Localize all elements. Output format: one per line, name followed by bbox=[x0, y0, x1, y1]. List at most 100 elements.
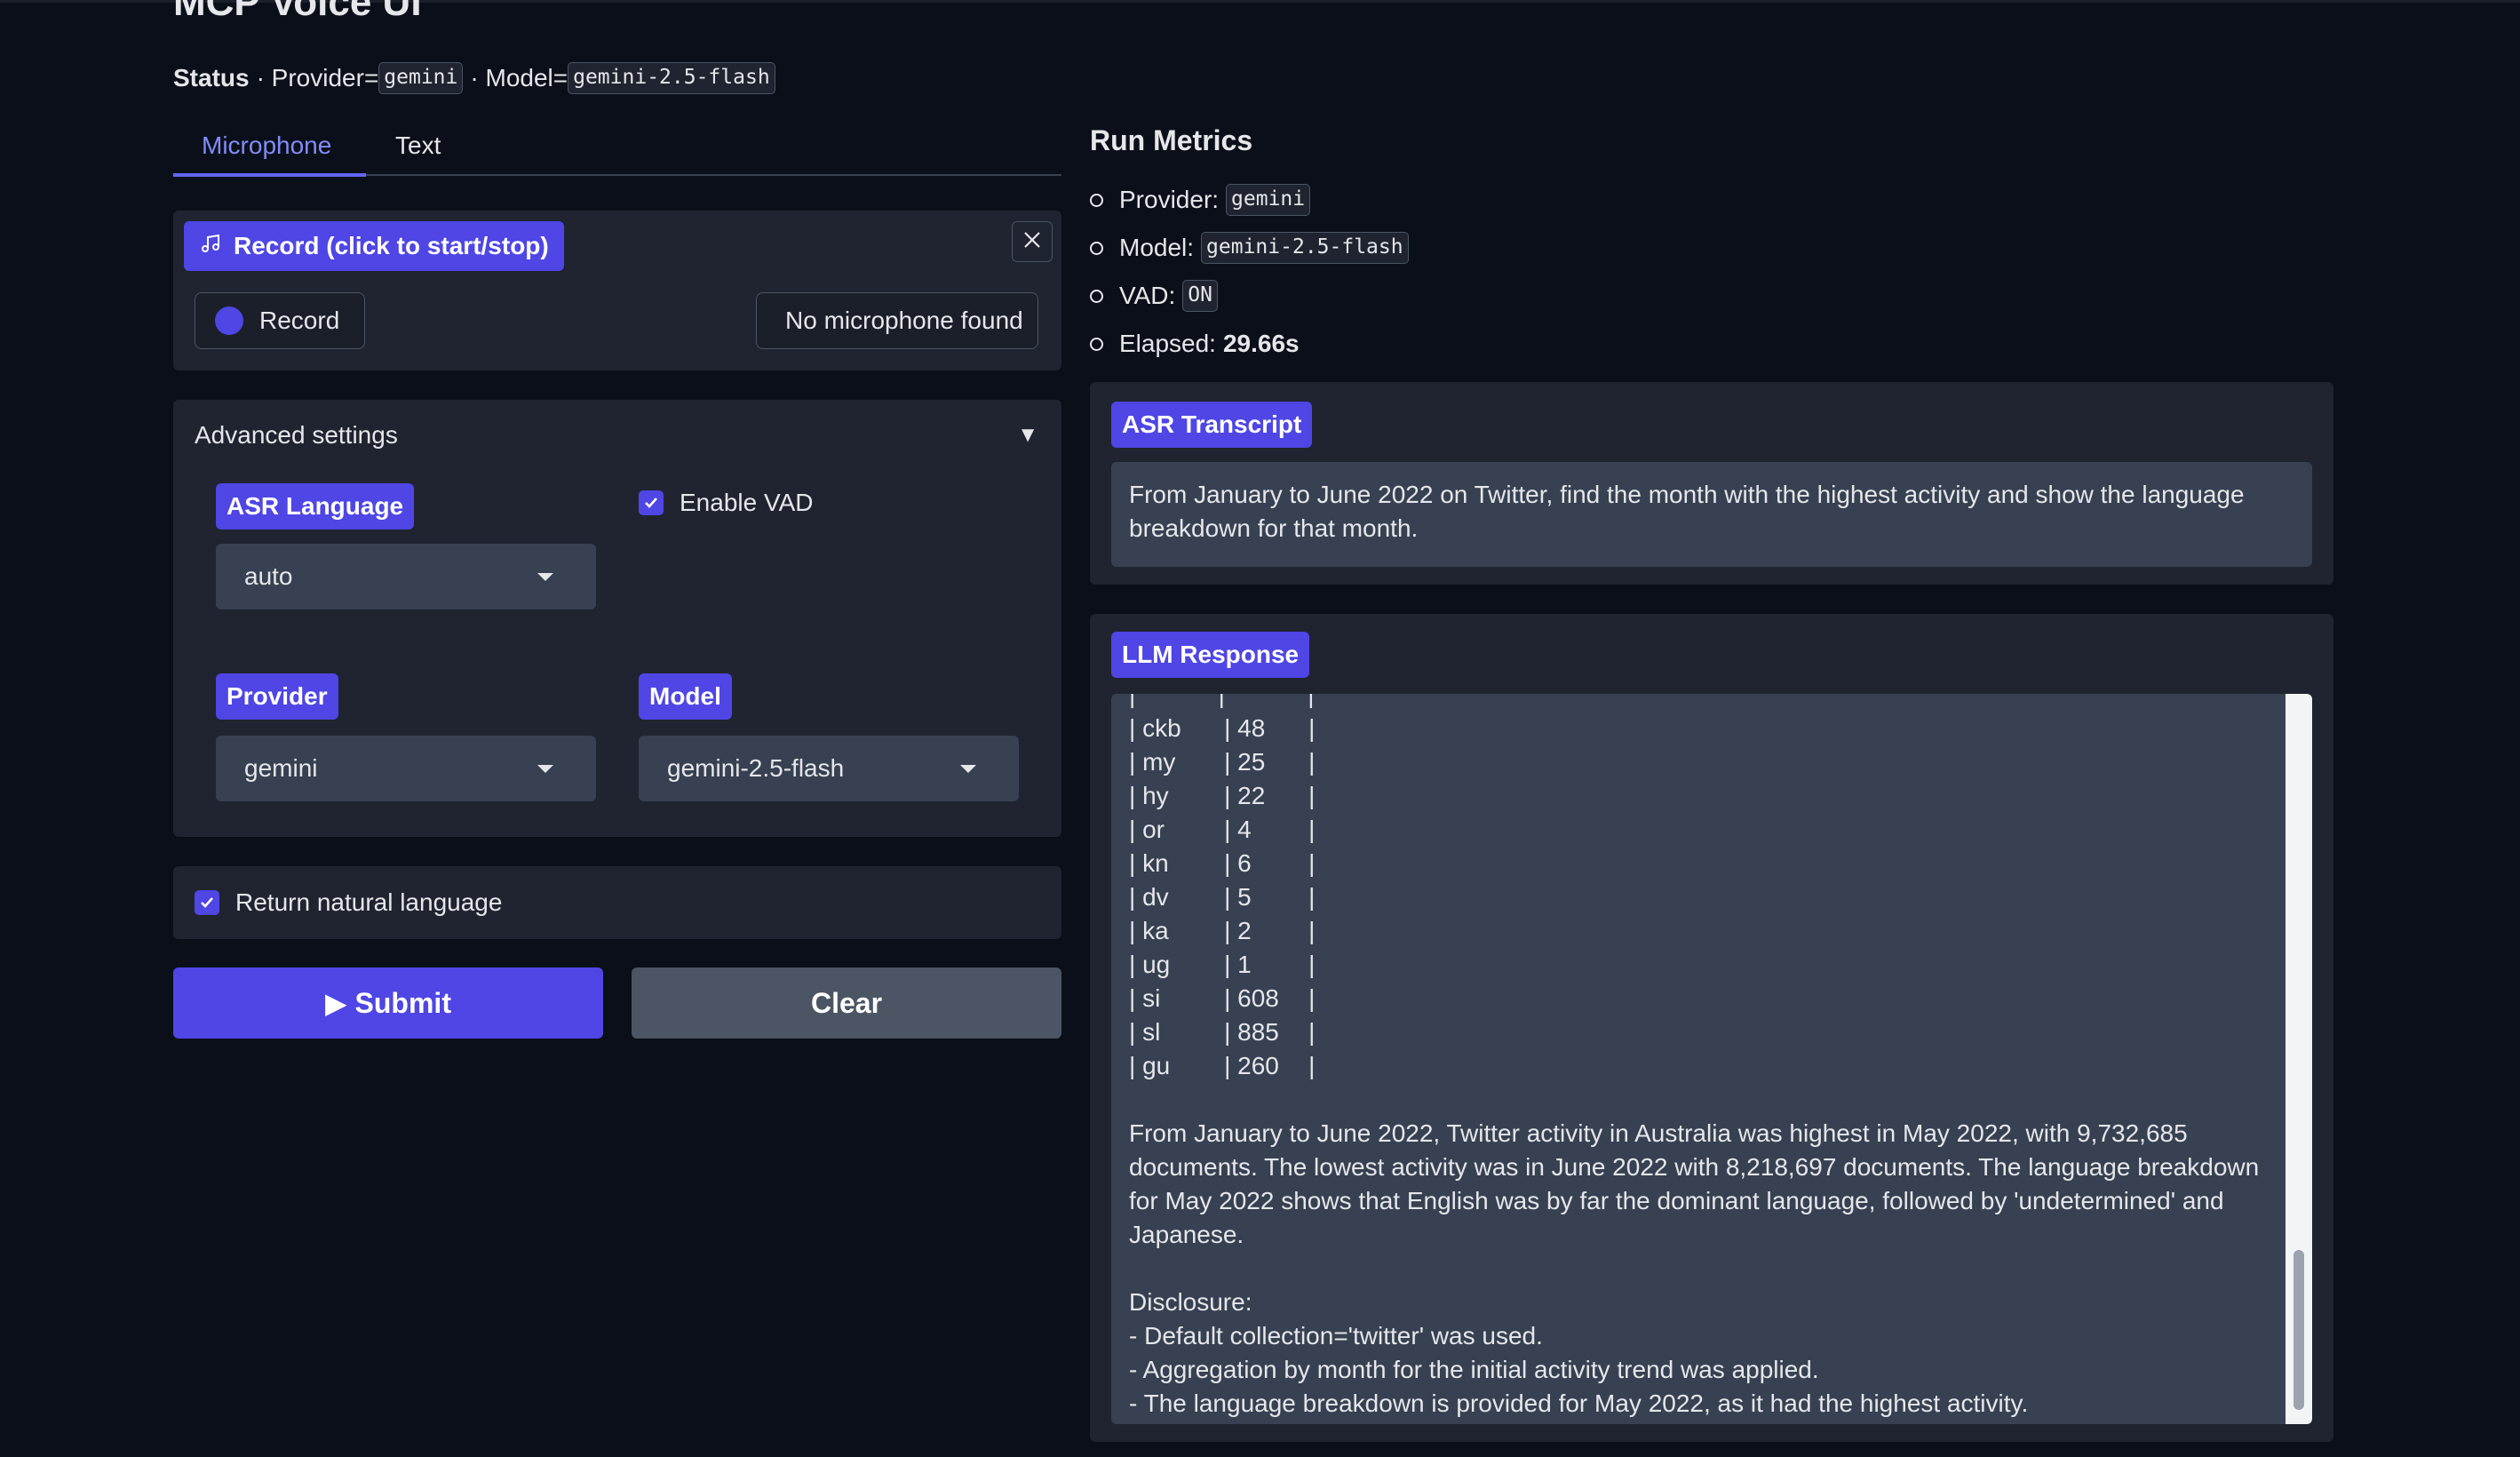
disclosure-item: - The language breakdown is provided for… bbox=[1129, 1389, 2029, 1417]
scrollbar-thumb[interactable] bbox=[2293, 1250, 2304, 1410]
table-cell-count: 1 bbox=[1237, 951, 1252, 978]
table-cell-lang: si bbox=[1142, 984, 1161, 1012]
table-cell-lang: or bbox=[1142, 816, 1165, 843]
status-label: Status bbox=[173, 63, 250, 92]
table-row: | si | 608 | bbox=[1129, 982, 2268, 1015]
metric-elapsed-label: Elapsed: bbox=[1119, 330, 1216, 357]
model-value: gemini-2.5-flash bbox=[667, 754, 845, 782]
table-cell-count: 48 bbox=[1237, 714, 1266, 742]
return-nl-row[interactable]: Return natural language bbox=[195, 888, 502, 917]
record-button-label: Record bbox=[259, 307, 340, 334]
table-cell-lang: my bbox=[1142, 748, 1176, 776]
llm-response-panel: LLM Response | | | | ckb | 48 | | my | 25 | | h… bbox=[1090, 614, 2333, 1442]
llm-response-content: | | | | ckb | 48 | | my | 25 | | hy | 22 | | or | 4… bbox=[1129, 694, 2268, 1421]
table-cell-count: 6 bbox=[1237, 849, 1252, 877]
table-cell-count: 2 bbox=[1237, 917, 1252, 944]
llm-response-label: LLM Response bbox=[1111, 632, 1310, 678]
table-row: | dv | 5 | bbox=[1129, 880, 2268, 914]
table-row: | my | 25 | bbox=[1129, 745, 2268, 779]
language-table: | | | | ckb | 48 | | my | 25 | | hy | 22 | | or | 4… bbox=[1129, 694, 2268, 1083]
advanced-settings-panel: Advanced settings ▼ ASR Language auto En… bbox=[173, 400, 1061, 837]
metric-elapsed-value: 29.66s bbox=[1222, 330, 1300, 357]
provider-value: gemini bbox=[244, 754, 318, 782]
table-row: | ug | 1 | bbox=[1129, 948, 2268, 982]
run-metrics-title: Run Metrics bbox=[1090, 124, 1253, 156]
table-row: | or | 4 | bbox=[1129, 813, 2268, 847]
table-cell-lang: ug bbox=[1142, 951, 1171, 978]
active-tab-indicator bbox=[173, 173, 366, 177]
llm-response-box[interactable]: | | | | ckb | 48 | | my | 25 | | hy | 22 | | or | 4… bbox=[1111, 694, 2312, 1424]
tab-text[interactable]: Text bbox=[395, 131, 441, 160]
table-cell-count: 22 bbox=[1237, 782, 1266, 809]
disclosure-item: - Default collection='twitter' was used. bbox=[1129, 1322, 1543, 1350]
run-metrics-list: Provider: gemini Model: gemini-2.5-flash… bbox=[1090, 176, 1409, 368]
asr-transcript-panel: ASR Transcript From January to June 2022… bbox=[1090, 382, 2333, 585]
status-model-prefix: · Model= bbox=[470, 63, 568, 92]
model-select[interactable]: gemini-2.5-flash bbox=[639, 736, 1019, 801]
table-cell-count: 4 bbox=[1237, 816, 1252, 843]
record-label-text: Record (click to start/stop) bbox=[234, 232, 549, 259]
table-cell-lang: hy bbox=[1142, 782, 1169, 809]
asr-transcript-text: From January to June 2022 on Twitter, fi… bbox=[1111, 462, 2312, 567]
metric-model-value: gemini-2.5-flash bbox=[1201, 232, 1409, 264]
bullet-icon bbox=[1090, 241, 1103, 255]
metric-vad: VAD: ON bbox=[1090, 272, 1409, 320]
table-cell-lang: ckb bbox=[1142, 714, 1181, 742]
table-row: | sl | 885 | bbox=[1129, 1015, 2268, 1049]
submit-button[interactable]: ▶ Submit bbox=[173, 967, 603, 1039]
clear-button[interactable]: Clear bbox=[632, 967, 1061, 1039]
metric-model-label: Model: bbox=[1119, 234, 1195, 261]
asr-language-select[interactable]: auto bbox=[216, 544, 596, 609]
metric-provider-value: gemini bbox=[1226, 184, 1311, 216]
caret-down-icon[interactable]: ▼ bbox=[1017, 423, 1038, 448]
asr-language-value: auto bbox=[244, 562, 293, 590]
asr-transcript-label: ASR Transcript bbox=[1111, 402, 1313, 448]
metric-model: Model: gemini-2.5-flash bbox=[1090, 224, 1409, 272]
dropdown-arrow-icon bbox=[537, 573, 553, 581]
status-line: Status · Provider= gemini · Model= gemin… bbox=[173, 62, 775, 94]
bullet-icon bbox=[1090, 289, 1103, 303]
dropdown-arrow-icon bbox=[960, 765, 976, 773]
advanced-settings-title[interactable]: Advanced settings bbox=[195, 421, 398, 450]
music-note-icon bbox=[200, 232, 221, 260]
metric-provider: Provider: gemini bbox=[1090, 176, 1409, 224]
close-button[interactable] bbox=[1012, 221, 1053, 262]
status-provider-value: gemini bbox=[378, 62, 464, 94]
enable-vad-label: Enable VAD bbox=[680, 489, 814, 516]
input-tabs: Microphone Text bbox=[173, 124, 1061, 177]
metric-elapsed: Elapsed: 29.66s bbox=[1090, 320, 1409, 368]
metric-provider-label: Provider: bbox=[1119, 186, 1220, 213]
asr-language-label: ASR Language bbox=[216, 483, 415, 529]
table-cell-lang: dv bbox=[1142, 883, 1169, 911]
llm-summary-text: From January to June 2022, Twitter activ… bbox=[1129, 1119, 2266, 1248]
table-cell-lang: gu bbox=[1142, 1052, 1171, 1079]
table-row: | hy | 22 | bbox=[1129, 779, 2268, 813]
dropdown-arrow-icon bbox=[537, 765, 553, 773]
record-button[interactable]: Record bbox=[195, 292, 365, 349]
bullet-icon bbox=[1090, 337, 1103, 351]
scrollbar[interactable] bbox=[2285, 694, 2312, 1424]
disclosure-title: Disclosure: bbox=[1129, 1288, 1252, 1316]
metric-vad-value: ON bbox=[1182, 280, 1218, 312]
disclosure-item: - Aggregation by month for the initial a… bbox=[1129, 1356, 1819, 1383]
tab-microphone[interactable]: Microphone bbox=[202, 131, 331, 160]
enable-vad-row[interactable]: Enable VAD bbox=[639, 489, 813, 517]
app-title: MCP Voice UI bbox=[173, 0, 422, 24]
return-nl-checkbox[interactable] bbox=[195, 890, 219, 915]
enable-vad-checkbox[interactable] bbox=[639, 490, 664, 515]
provider-label: Provider bbox=[216, 673, 338, 720]
table-row: | ka | 2 | bbox=[1129, 914, 2268, 948]
microphone-select[interactable]: No microphone found bbox=[756, 292, 1038, 349]
table-cell-count: 608 bbox=[1237, 984, 1279, 1012]
table-row-partial: | | | bbox=[1129, 694, 1315, 708]
record-dot-icon bbox=[215, 307, 243, 335]
status-provider-prefix: · Provider= bbox=[256, 63, 379, 92]
provider-select[interactable]: gemini bbox=[216, 736, 596, 801]
bullet-icon bbox=[1090, 193, 1103, 207]
table-cell-count: 260 bbox=[1237, 1052, 1279, 1079]
record-label: Record (click to start/stop) bbox=[184, 221, 564, 271]
table-row: | gu | 260 | bbox=[1129, 1049, 2268, 1083]
model-label: Model bbox=[639, 673, 732, 720]
return-nl-label: Return natural language bbox=[235, 888, 503, 916]
table-row: | kn | 6 | bbox=[1129, 847, 2268, 880]
